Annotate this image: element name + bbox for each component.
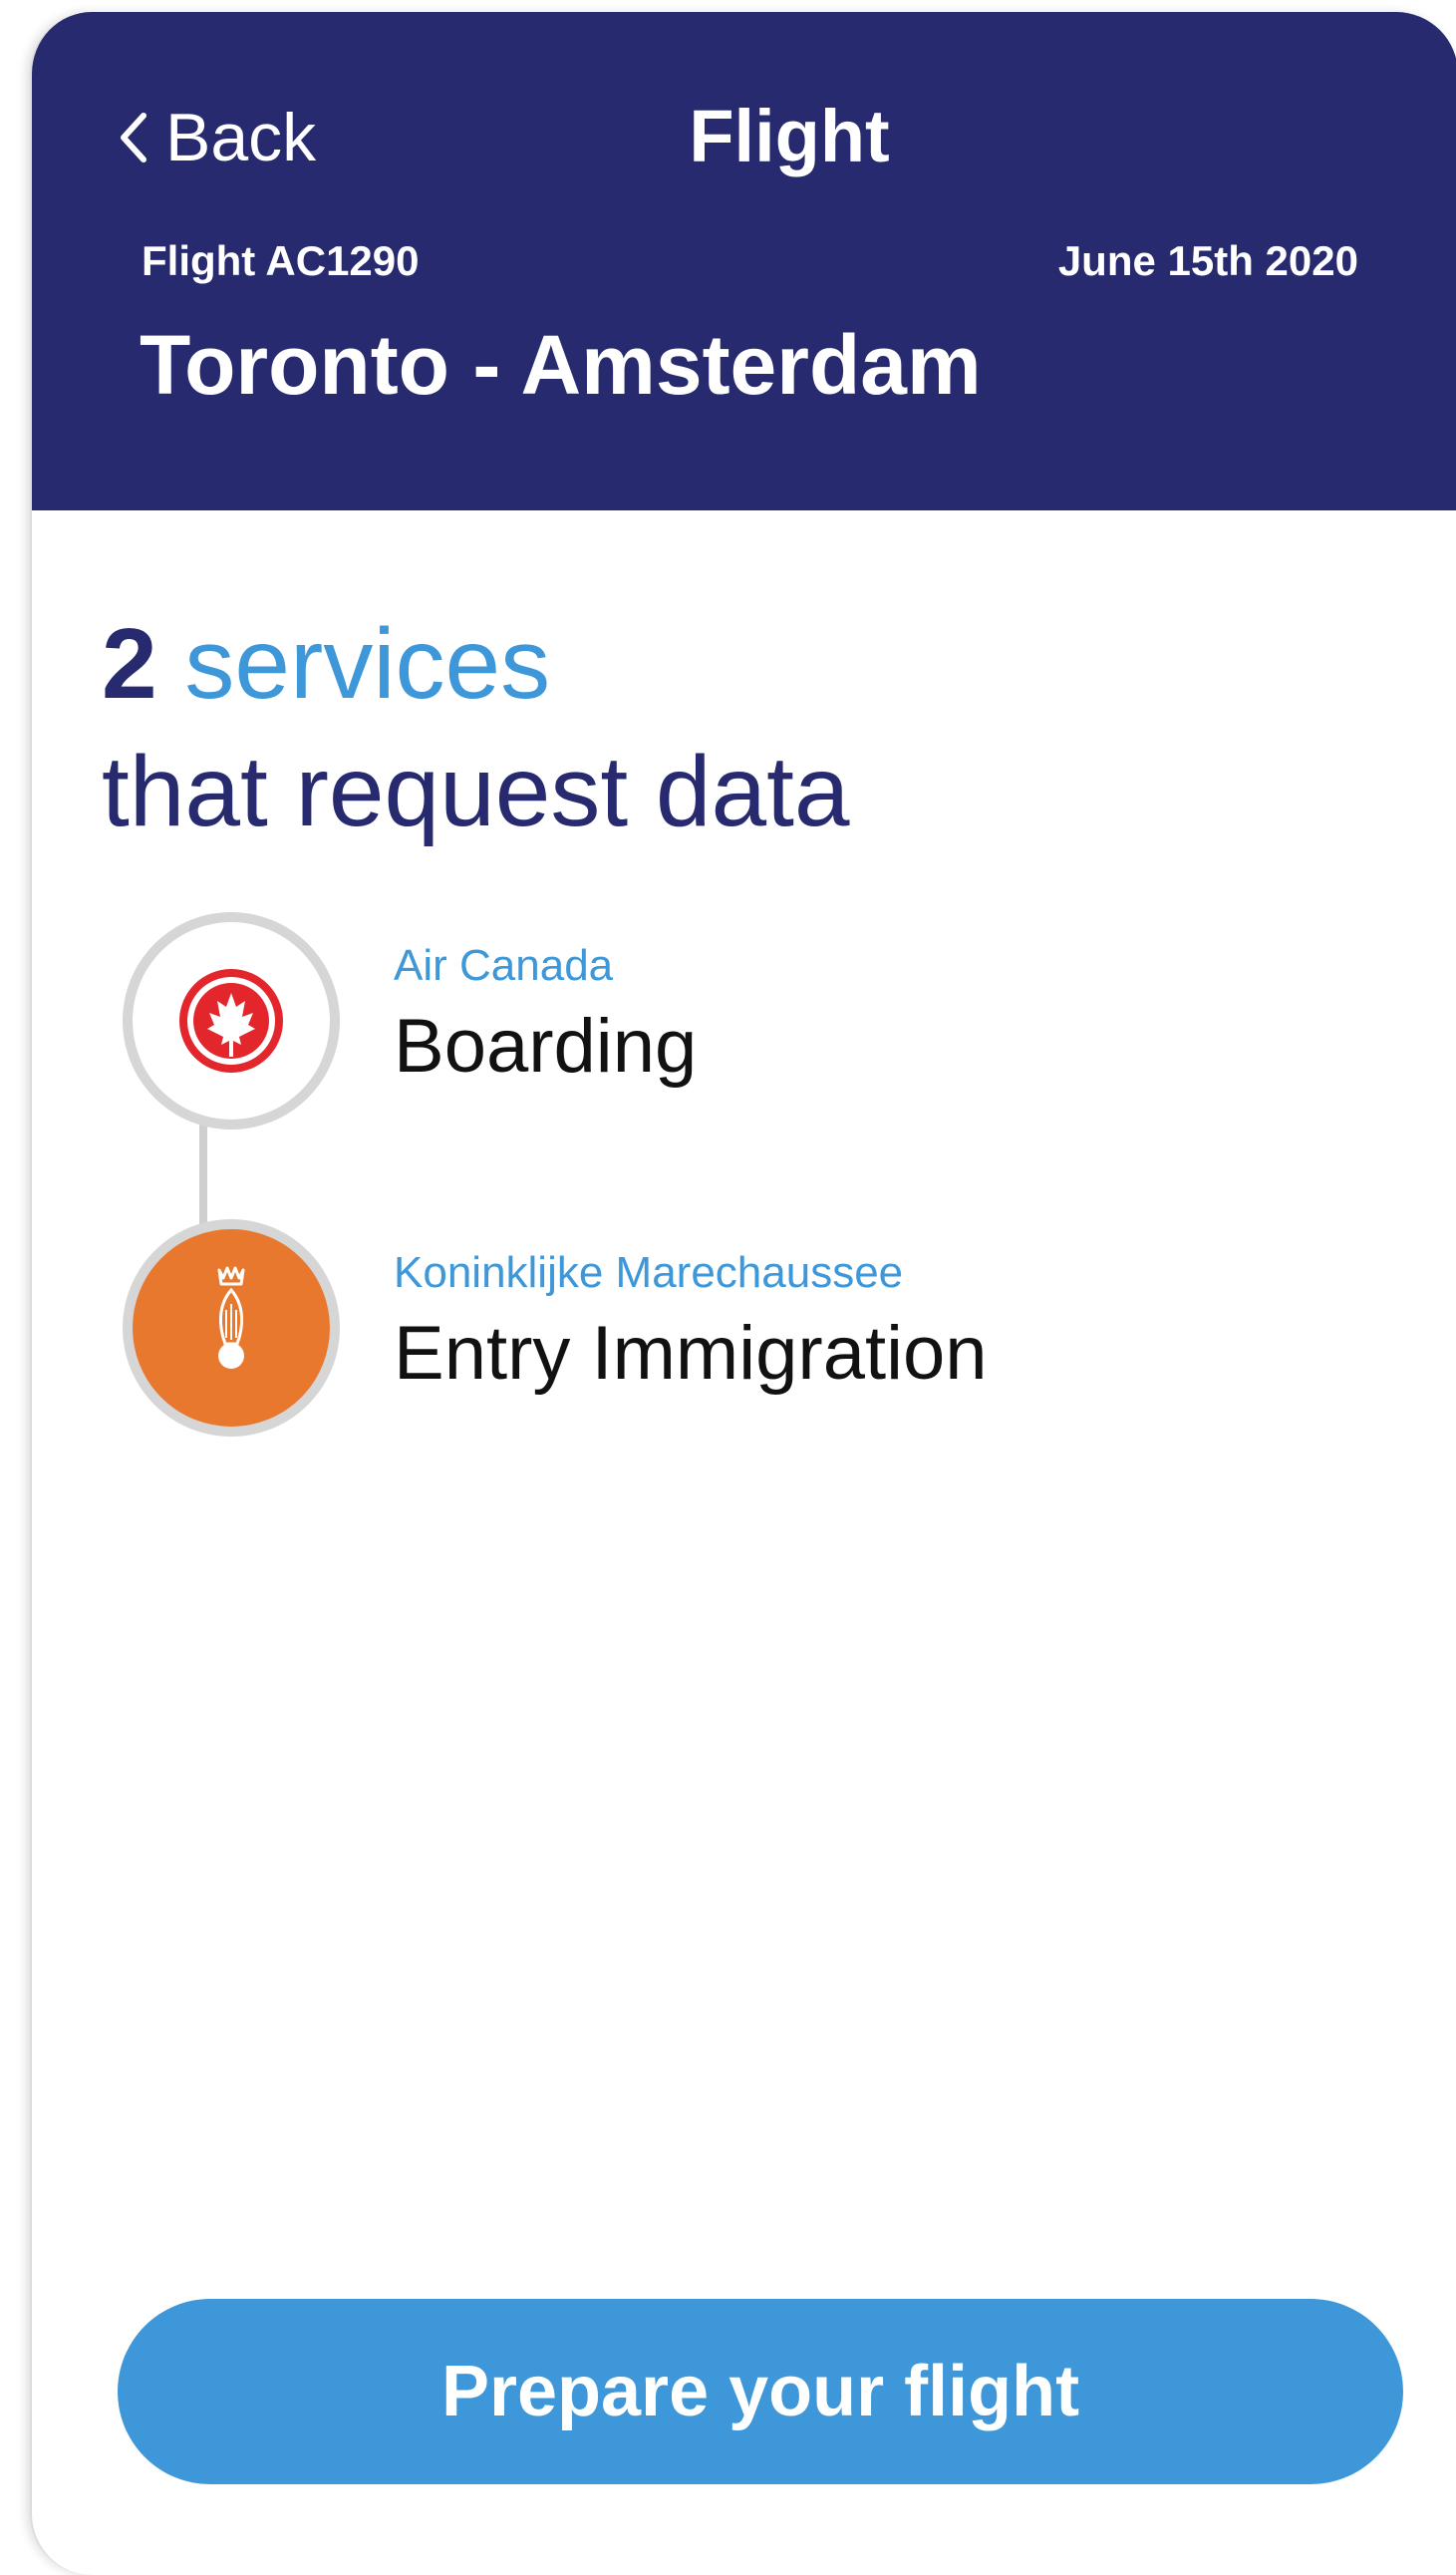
prepare-flight-button[interactable]: Prepare your flight (118, 2299, 1403, 2484)
flight-number: Flight AC1290 (142, 237, 420, 284)
flight-route: Toronto - Amsterdam (140, 318, 982, 412)
service-name: Boarding (394, 1004, 698, 1089)
flight-screen: Back Flight Flight AC1290 June 15th 2020… (30, 12, 1456, 2575)
service-name: Entry Immigration (394, 1311, 988, 1396)
service-provider: Air Canada (394, 941, 614, 990)
page-title: Flight (689, 95, 890, 177)
maple-leaf-icon (122, 911, 341, 1130)
services-headline: 2 services that request data (102, 600, 850, 855)
chevron-left-icon (116, 108, 149, 167)
services-subtitle: that request data (102, 736, 850, 847)
back-label: Back (165, 100, 317, 175)
services-count: 2 (102, 608, 157, 720)
service-item-immigration[interactable]: Koninklijke Marechaussee Entry Immigrati… (92, 1208, 1387, 1438)
back-button[interactable]: Back (116, 98, 316, 177)
flight-date: June 15th 2020 (1057, 237, 1358, 284)
service-item-boarding[interactable]: Air Canada Boarding (92, 901, 1387, 1130)
service-provider: Koninklijke Marechaussee (394, 1248, 904, 1297)
crown-grenade-icon (122, 1218, 341, 1438)
services-label: services (184, 608, 551, 720)
flight-header: Back Flight Flight AC1290 June 15th 2020… (32, 12, 1456, 510)
